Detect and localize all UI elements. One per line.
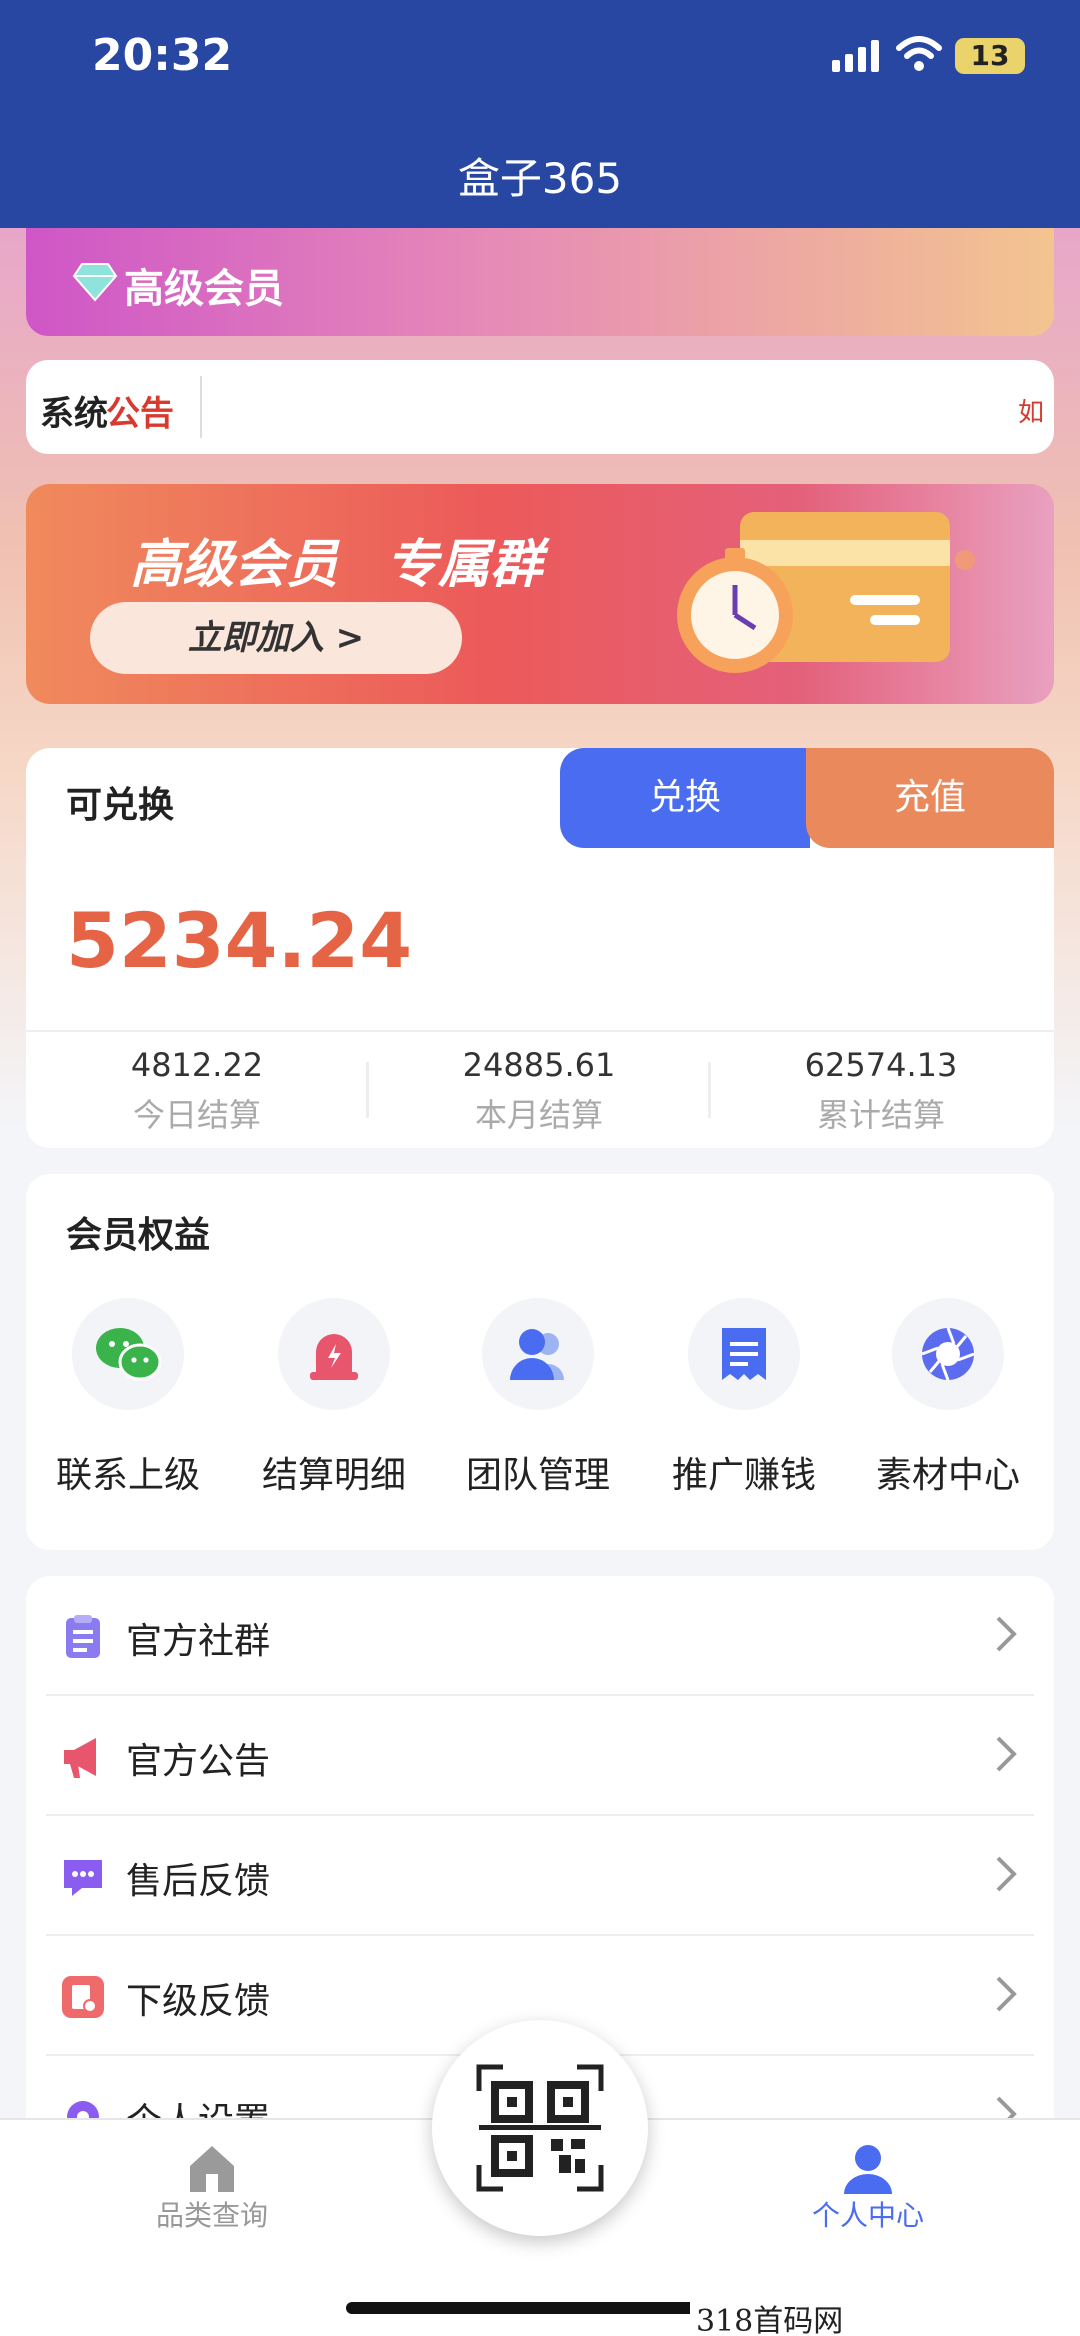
benefit-label: 素材中心 [875, 1455, 1020, 1496]
menu-item-label: 售后反馈 [126, 1861, 271, 1902]
balance-amount: 5234.24 [66, 896, 413, 985]
stat-value: 4812.22 [130, 1046, 264, 1084]
benefit-contact-button[interactable] [72, 1298, 184, 1410]
menu-item-label: 官方社群 [126, 1621, 271, 1662]
stat-label: 本月结算 [474, 1096, 603, 1134]
menu-item-label: 官方公告 [126, 1741, 271, 1782]
user-icon[interactable] [840, 2140, 896, 2196]
stat-label: 累计结算 [816, 1096, 945, 1134]
team-icon [510, 1329, 564, 1380]
diamond-icon [72, 263, 118, 302]
app-header: 20:32 13 盒子365 [0, 0, 1080, 228]
benefit-label: 联系上级 [55, 1455, 200, 1496]
system-notice[interactable] [26, 360, 1054, 454]
stat-divider [366, 1062, 369, 1118]
stat-label: 今日结算 [132, 1096, 261, 1134]
benefit-settlement-button[interactable] [278, 1298, 390, 1410]
benefit-label: 推广赚钱 [671, 1455, 816, 1496]
banner-title-vip: 高级会员 [130, 535, 339, 595]
stat-total: 62574.13 累计结算 [756, 1046, 1006, 1136]
battery-indicator: 13 [955, 38, 1025, 74]
benefit-materials-button[interactable] [892, 1298, 1004, 1410]
menu-item-after-sales[interactable]: 售后反馈 [26, 1816, 1054, 1936]
menu-item-label: 下级反馈 [126, 1981, 271, 2022]
home-icon[interactable] [184, 2140, 240, 2196]
signal-icon [832, 40, 879, 72]
benefit-label: 结算明细 [261, 1455, 406, 1496]
watermark-text: 318首码网 www.e318.com [690, 2296, 1080, 2336]
card-clock-illustration [677, 512, 975, 673]
wechat-icon [96, 1328, 162, 1381]
stat-month: 24885.61 本月结算 [414, 1046, 664, 1136]
tab-personal-center[interactable]: 个人中心 [768, 2194, 968, 2234]
wifi-icon [896, 36, 942, 71]
status-time: 20:32 [92, 30, 233, 81]
chat-icon [64, 1860, 102, 1896]
stat-today: 4812.22 今日结算 [72, 1046, 322, 1136]
chevron-right-icon [996, 1736, 1017, 1772]
vip-label: 高级会员 [124, 266, 284, 312]
notice-title-part1: 系统 [40, 394, 108, 434]
stat-divider [708, 1062, 711, 1118]
notice-divider [200, 376, 202, 438]
clipboard-icon [66, 1615, 100, 1658]
tab-category-search[interactable]: 品类查询 [112, 2194, 312, 2234]
feedback-icon [62, 1976, 104, 2018]
page-title: 盒子365 [457, 154, 623, 203]
aperture-icon [921, 1327, 975, 1381]
banner-title-group: 专属群 [386, 535, 543, 595]
chevron-right-icon [996, 1856, 1017, 1892]
notice-title-part2: 公告 [106, 394, 174, 434]
scan-qr-button[interactable] [432, 2020, 648, 2236]
receipt-icon [722, 1328, 766, 1380]
balance-divider [26, 1030, 1054, 1032]
exchange-button[interactable]: 兑换 [560, 748, 810, 848]
megaphone-icon [64, 1738, 96, 1778]
menu-item-official-community[interactable]: 官方社群 [26, 1576, 1054, 1696]
stat-value: 62574.13 [804, 1046, 958, 1084]
member-benefits-title: 会员权益 [66, 1215, 211, 1256]
recharge-button[interactable]: 充值 [806, 748, 1054, 848]
notice-scroll-text: 如 [1018, 398, 1045, 428]
join-now-button[interactable]: 立即加入 > [90, 602, 462, 674]
benefit-label: 团队管理 [465, 1455, 610, 1496]
chevron-right-icon [996, 1616, 1017, 1652]
benefit-promote-button[interactable] [688, 1298, 800, 1410]
redeemable-label: 可兑换 [66, 785, 175, 826]
qr-code-icon [476, 2064, 604, 2192]
menu-item-official-announcement[interactable]: 官方公告 [26, 1696, 1054, 1816]
chevron-right-icon [996, 1976, 1017, 2012]
home-indicator [346, 2302, 734, 2314]
stat-value: 24885.61 [462, 1046, 616, 1084]
benefit-team-button[interactable] [482, 1298, 594, 1410]
alarm-icon [310, 1334, 358, 1380]
